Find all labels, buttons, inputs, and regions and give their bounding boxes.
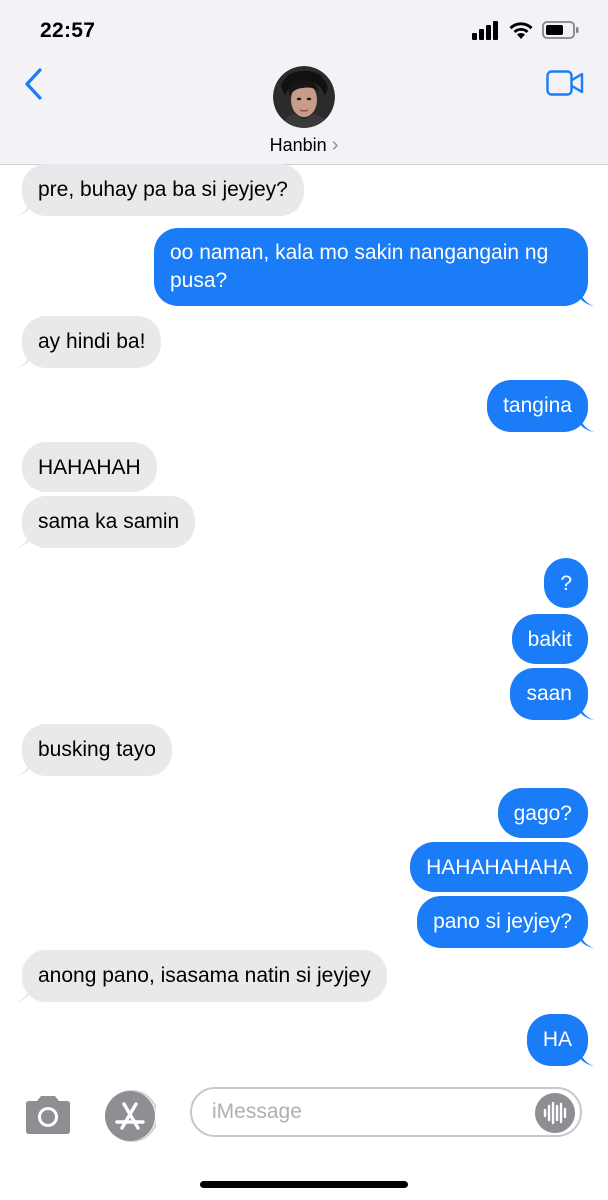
message-outgoing[interactable]: pano si jeyjey? — [417, 896, 588, 948]
message-outgoing[interactable]: saan — [510, 668, 588, 720]
contact-name: Hanbin — [269, 135, 327, 155]
bubble-tail — [580, 290, 594, 306]
message-outgoing[interactable]: bakit — [511, 614, 588, 664]
bubble-tail — [16, 532, 30, 548]
audio-waveform-icon[interactable] — [535, 1093, 575, 1133]
contact-name-row[interactable]: Hanbin › — [0, 134, 608, 157]
bubble-tail — [580, 1050, 594, 1066]
bubble-tail — [16, 352, 30, 368]
message-outgoing[interactable]: tangina — [487, 380, 588, 432]
message-incoming[interactable]: sama ka samin — [22, 496, 196, 548]
avatar[interactable] — [273, 66, 335, 128]
message-outgoing[interactable]: HA — [526, 1014, 588, 1066]
message-incoming[interactable]: anong pano, isasama natin si jeyjey — [22, 950, 387, 1002]
battery-icon — [542, 21, 579, 39]
bubble-tail — [580, 704, 594, 720]
home-indicator[interactable] — [200, 1181, 408, 1188]
signal-icon — [472, 21, 498, 40]
status-icons — [472, 20, 580, 40]
message-outgoing[interactable]: HAHAHAHAHA — [410, 842, 588, 892]
message-incoming[interactable]: busking tayo — [22, 724, 172, 776]
status-time: 22:57 — [40, 19, 96, 42]
conversation-header: 22:57 Hanbin › — [0, 0, 608, 165]
bubble-tail — [16, 200, 30, 216]
message-outgoing[interactable]: oo naman, kala mo sakin nangangain ng pu… — [154, 228, 588, 306]
back-chevron-icon[interactable] — [20, 66, 50, 102]
message-input[interactable]: iMessage — [190, 1087, 582, 1137]
message-list[interactable]: pre, buhay pa ba si jeyjey? oo naman, ka… — [0, 164, 608, 1076]
video-camera-icon[interactable] — [546, 70, 584, 96]
message-input-placeholder: iMessage — [212, 1100, 302, 1123]
bubble-tail — [580, 416, 594, 432]
bubble-tail — [580, 932, 594, 948]
message-incoming[interactable]: pre, buhay pa ba si jeyjey? — [22, 164, 304, 216]
message-outgoing[interactable]: ? — [544, 558, 588, 608]
contact-chevron-icon: › — [331, 134, 339, 156]
message-outgoing[interactable]: gago? — [497, 788, 588, 838]
message-incoming[interactable]: ay hindi ba! — [22, 316, 162, 368]
wifi-icon — [509, 22, 533, 39]
bubble-tail — [16, 760, 30, 776]
message-incoming[interactable]: HAHAHAH — [22, 442, 157, 492]
camera-icon[interactable] — [22, 1094, 74, 1136]
app-store-icon[interactable] — [104, 1090, 156, 1142]
bubble-tail — [16, 986, 30, 1002]
